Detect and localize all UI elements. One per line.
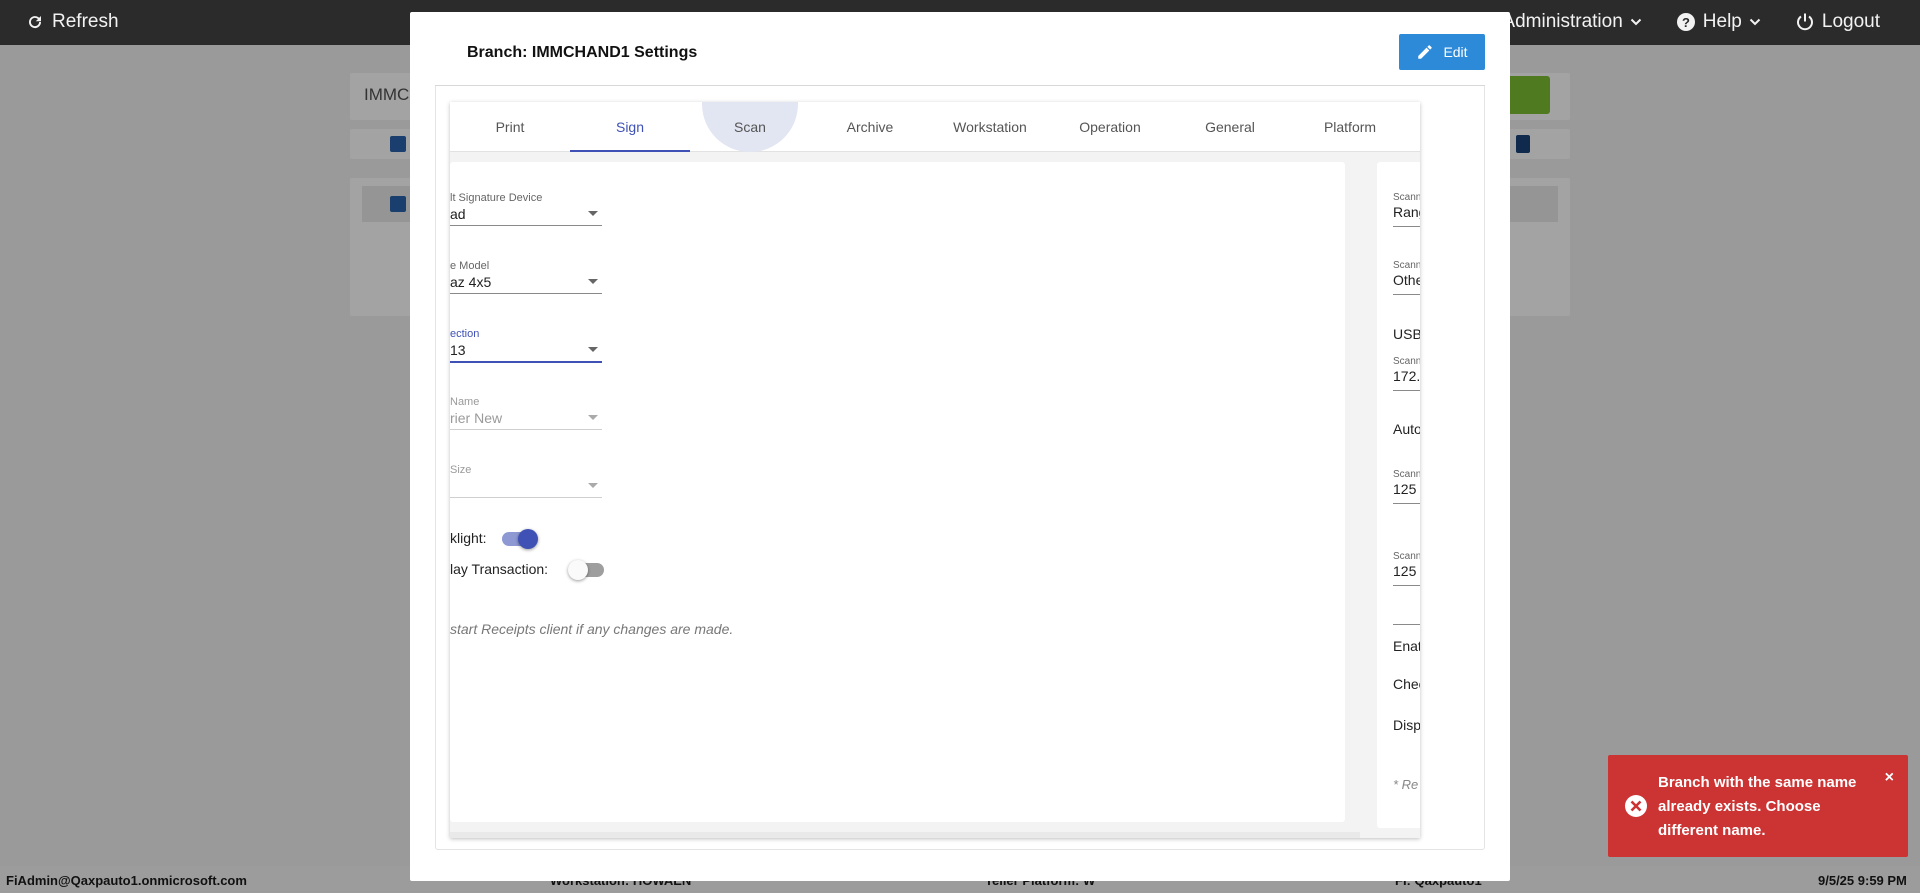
branch-settings-modal: Branch: IMMCHAND1 Settings Edit Print Si… xyxy=(410,12,1510,881)
check-label: Chec xyxy=(1393,676,1420,692)
help-menu[interactable]: ? Help xyxy=(1676,11,1761,33)
error-toast: Branch with the same name already exists… xyxy=(1608,755,1908,857)
enable-label: Enat xyxy=(1393,638,1420,654)
dropdown-arrow-icon xyxy=(588,211,598,216)
status-datetime: 9/5/25 9:59 PM xyxy=(1818,873,1907,888)
modal-title: Branch: IMMCHAND1 Settings xyxy=(467,44,698,61)
font-name-label: Name xyxy=(450,396,480,408)
toast-message: Branch with the same name already exists… xyxy=(1658,774,1857,839)
status-user: FiAdmin@Qaxpauto1.onmicrosoft.com xyxy=(6,873,247,888)
toast-close-button[interactable]: × xyxy=(1885,769,1894,787)
chevron-down-icon xyxy=(1630,16,1642,28)
font-name-value: rier New xyxy=(450,410,503,426)
dropdown-arrow-icon xyxy=(588,415,598,420)
tab-archive[interactable]: Archive xyxy=(810,102,930,152)
restart-note: start Receipts client if any changes are… xyxy=(450,621,734,637)
connection-value: 13 xyxy=(450,342,466,358)
dropdown-arrow-icon xyxy=(588,279,598,284)
scanner-field-4[interactable]: Scann 125 xyxy=(1393,469,1420,497)
horizontal-scrollbar[interactable] xyxy=(450,832,1360,838)
administration-label: Administration xyxy=(1502,11,1623,32)
help-icon: ? xyxy=(1676,12,1696,32)
display-transaction-toggle-row: lay Transaction: xyxy=(450,561,548,577)
tab-platform[interactable]: Platform xyxy=(1290,102,1410,152)
settings-tabs: Print Sign Scan Archive Workstation Oper… xyxy=(450,102,1420,152)
sign-settings-card: lt Signature Device ad e Model az 4x5 ec… xyxy=(450,162,1345,822)
backlight-toggle[interactable] xyxy=(502,529,538,549)
scan-note: * Re xyxy=(1393,777,1419,792)
signature-device-value: ad xyxy=(450,206,466,222)
settings-tab-panel: Print Sign Scan Archive Workstation Oper… xyxy=(450,102,1420,838)
top-right-menu: Administration ? Help Logout xyxy=(1502,11,1880,33)
auto-label: Auto xyxy=(1393,421,1420,437)
logout-button[interactable]: Logout xyxy=(1795,11,1880,33)
background-delete-icon xyxy=(1516,135,1530,153)
svg-text:?: ? xyxy=(1682,15,1690,30)
pencil-icon xyxy=(1416,43,1434,61)
connection-label: ection xyxy=(450,328,480,340)
display-transaction-label: lay Transaction: xyxy=(450,561,549,577)
dropdown-arrow-icon xyxy=(588,483,598,488)
display-label: Disp xyxy=(1393,717,1420,733)
toggle-knob xyxy=(568,560,588,580)
display-transaction-toggle[interactable] xyxy=(568,560,604,580)
edit-label: Edit xyxy=(1443,44,1468,60)
chevron-down-icon xyxy=(1749,16,1761,28)
error-icon xyxy=(1624,794,1648,823)
scan-settings-card-partial: Scann Rang Scann Othe USB Scann 172. Aut… xyxy=(1377,162,1420,828)
background-row-checkbox xyxy=(390,196,406,212)
refresh-label: Refresh xyxy=(52,11,119,32)
refresh-icon xyxy=(26,13,44,31)
scanner-field-3[interactable]: Scann 172. xyxy=(1393,356,1420,384)
modal-header: Branch: IMMCHAND1 Settings Edit xyxy=(435,34,1485,86)
scanner-field-1[interactable]: Scann Rang xyxy=(1393,192,1420,220)
administration-menu[interactable]: Administration xyxy=(1502,11,1642,33)
toggle-knob xyxy=(518,529,538,549)
font-size-label: Size xyxy=(450,464,472,476)
backlight-toggle-row: klight: xyxy=(450,530,487,546)
edit-button[interactable]: Edit xyxy=(1399,34,1485,70)
power-icon xyxy=(1795,12,1815,32)
signature-device-label: lt Signature Device xyxy=(450,192,543,204)
tab-operation[interactable]: Operation xyxy=(1050,102,1170,152)
dropdown-arrow-icon xyxy=(588,347,598,352)
logout-label: Logout xyxy=(1821,11,1880,32)
help-label: Help xyxy=(1702,11,1742,32)
scanner-field-2[interactable]: Scann Othe xyxy=(1393,260,1420,288)
backlight-label: klight: xyxy=(450,530,487,546)
device-model-label: e Model xyxy=(450,260,490,272)
refresh-button[interactable]: Refresh xyxy=(26,11,119,33)
tab-sign[interactable]: Sign xyxy=(570,102,690,152)
tab-workstation[interactable]: Workstation xyxy=(930,102,1050,152)
tab-scan[interactable]: Scan xyxy=(690,102,810,152)
tab-general[interactable]: General xyxy=(1170,102,1290,152)
background-select-all-checkbox xyxy=(390,136,406,152)
background-search-value: IMMCI xyxy=(364,85,415,104)
device-model-value: az 4x5 xyxy=(450,274,492,290)
tab-print[interactable]: Print xyxy=(450,102,570,152)
usb-label: USB xyxy=(1393,326,1420,342)
scanner-field-5[interactable]: Scann 125 xyxy=(1393,551,1420,579)
